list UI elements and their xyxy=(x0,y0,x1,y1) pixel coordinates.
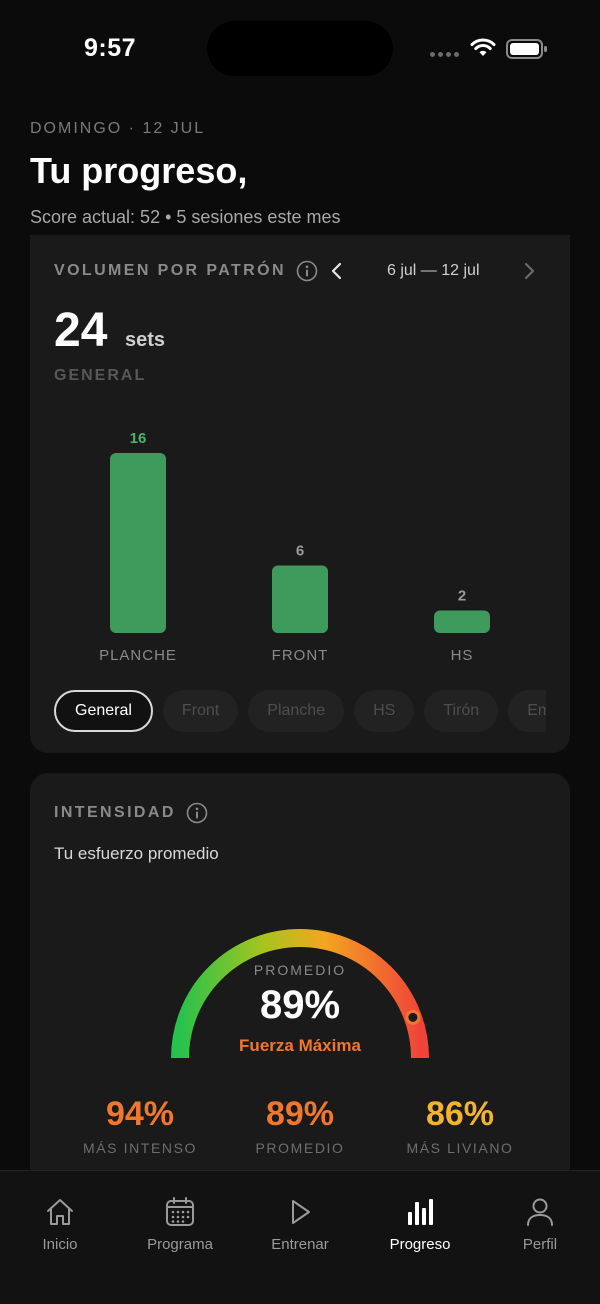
total-sets-value: 24 xyxy=(54,304,108,357)
info-icon[interactable] xyxy=(296,260,318,282)
filter-chip[interactable]: Planche xyxy=(248,690,345,732)
stat-label: MÁS LIVIANO xyxy=(406,1140,514,1156)
stat-value: 94% xyxy=(105,1095,175,1133)
score-summary: Score actual: 52 • 5 sesiones este mes xyxy=(30,207,341,227)
volume-bar-chart: 16 PLANCHE 6 FRONT 2 HS xyxy=(99,430,490,664)
play-icon xyxy=(292,1200,310,1224)
battery-icon xyxy=(506,39,547,59)
bar-chart-icon xyxy=(408,1199,433,1225)
stat-lightest: 86% MÁS LIVIANO xyxy=(370,1095,550,1156)
filter-chip[interactable]: Em xyxy=(508,690,546,732)
stat-average: 89% PROMEDIO xyxy=(210,1095,390,1156)
status-time: 9:57 xyxy=(84,34,137,62)
filter-chip[interactable]: Tirón xyxy=(424,690,499,732)
tab-inicio[interactable]: Inicio xyxy=(0,1171,120,1304)
date-line: DOMINGO · 12 JUL xyxy=(30,120,206,137)
bar-hs[interactable] xyxy=(434,610,490,634)
intensity-subtitle: Tu esfuerzo promedio xyxy=(54,844,219,863)
bar-front[interactable] xyxy=(272,565,328,634)
tab-progreso[interactable]: Progreso xyxy=(360,1171,480,1304)
volume-card: VOLUMEN POR PATRÓN 6 jul — 12 jul 24 set… xyxy=(30,235,570,753)
user-icon xyxy=(527,1198,553,1226)
gauge-tag: Fuerza Máxima xyxy=(239,1036,361,1055)
filter-chip[interactable]: HS xyxy=(354,690,415,732)
tab-label: Programa xyxy=(147,1236,213,1253)
date-range: 6 jul — 12 jul xyxy=(387,262,480,279)
gauge-value: 89% xyxy=(259,983,341,1027)
bar-category-label: FRONT xyxy=(272,647,329,664)
calendar-icon xyxy=(166,1197,194,1226)
dynamic-island xyxy=(207,21,393,76)
volume-label: VOLUMEN POR PATRÓN xyxy=(54,262,286,279)
intensity-card: INTENSIDAD Tu esfuerzo promedio PROMEDIO… xyxy=(30,773,570,1193)
filter-chip[interactable]: General xyxy=(54,690,153,732)
filter-chip[interactable]: Front xyxy=(162,690,239,732)
page-title: Tu progreso, xyxy=(30,150,248,191)
bar-value-label: 16 xyxy=(130,430,147,447)
home-icon xyxy=(47,1199,73,1225)
tab-perfil[interactable]: Perfil xyxy=(480,1171,600,1304)
intensity-label: INTENSIDAD xyxy=(54,804,176,821)
status-bar: 9:57 xyxy=(0,0,600,100)
pattern-filter-chips: General Front Planche HS Tirón Em xyxy=(54,690,546,732)
tab-programa[interactable]: Programa xyxy=(120,1171,240,1304)
chevron-left-icon[interactable] xyxy=(330,261,344,281)
bar-planche[interactable] xyxy=(110,453,166,633)
bar-category-label: HS xyxy=(451,647,474,664)
tab-label: Inicio xyxy=(42,1236,78,1253)
gauge-caption: PROMEDIO xyxy=(253,962,347,978)
chevron-right-icon[interactable] xyxy=(522,261,536,281)
bar-value-label: 6 xyxy=(296,543,304,560)
tab-entrenar[interactable]: Entrenar xyxy=(240,1171,360,1304)
tab-bar: Inicio Programa Entrenar Progreso Perfil xyxy=(0,1170,600,1304)
filter-caption: GENERAL xyxy=(54,367,147,384)
stat-most-intense: 94% MÁS INTENSO xyxy=(50,1095,230,1156)
wifi-icon xyxy=(470,38,496,56)
tab-label: Perfil xyxy=(522,1236,558,1253)
tab-label: Entrenar xyxy=(271,1236,329,1253)
bar-value-label: 2 xyxy=(458,588,466,605)
total-sets-unit: sets xyxy=(125,329,166,351)
stat-value: 86% xyxy=(425,1095,495,1133)
stat-label: PROMEDIO xyxy=(255,1140,345,1156)
tab-label: Progreso xyxy=(389,1236,451,1253)
cellular-signal-icon xyxy=(430,52,459,57)
stat-label: MÁS INTENSO xyxy=(82,1140,198,1156)
info-icon[interactable] xyxy=(186,802,208,824)
bar-category-label: PLANCHE xyxy=(99,647,177,664)
stat-value: 89% xyxy=(265,1095,335,1133)
